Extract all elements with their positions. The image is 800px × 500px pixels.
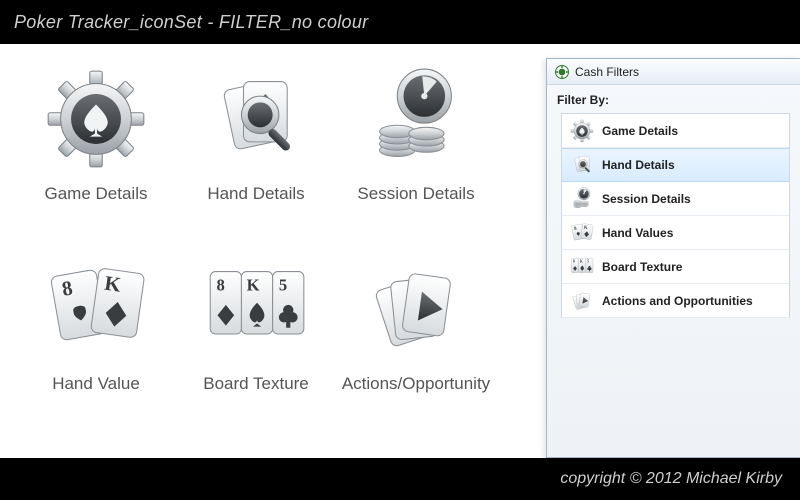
session-details-icon (361, 64, 471, 174)
cell-label: Hand Value (52, 374, 140, 394)
hand-details-icon (570, 153, 594, 177)
cell-label: Session Details (357, 184, 474, 204)
board-texture-icon (201, 254, 311, 364)
filter-list: Game Details Hand Details Session Detail… (561, 113, 790, 318)
filter-row-label: Hand Values (602, 226, 673, 240)
hand-value-icon (41, 254, 151, 364)
game-details-icon (570, 119, 594, 143)
cell-hand-details: Hand Details (176, 64, 336, 244)
hand-details-icon (201, 64, 311, 174)
actions-opportunity-icon (361, 254, 471, 364)
filter-row-hand-details[interactable]: Hand Details (562, 148, 789, 182)
footer-copyright: copyright © 2012 Michael Kirby (560, 470, 782, 488)
hand-value-icon (570, 221, 594, 245)
cell-actions-opportunity: Actions/Opportunity (336, 254, 496, 434)
panel-title-text: Cash Filters (575, 65, 639, 79)
stage: Game Details Hand Details Session Detail… (0, 44, 800, 458)
game-details-icon (41, 64, 151, 174)
cell-hand-value: Hand Value (16, 254, 176, 434)
filter-row-label: Actions and Opportunities (602, 294, 753, 308)
filter-row-label: Board Texture (602, 260, 682, 274)
filter-row-actions-opportunities[interactable]: Actions and Opportunities (562, 284, 789, 318)
icon-showcase-grid: Game Details Hand Details Session Detail… (16, 64, 516, 434)
cell-label: Hand Details (207, 184, 304, 204)
panel-titlebar[interactable]: Cash Filters (547, 59, 800, 85)
cell-game-details: Game Details (16, 64, 176, 244)
filter-row-game-details[interactable]: Game Details (562, 114, 789, 148)
filter-row-session-details[interactable]: Session Details (562, 182, 789, 216)
header-title: Poker Tracker_iconSet - FILTER_no colour (14, 12, 368, 33)
filter-row-label: Hand Details (602, 158, 675, 172)
poker-chip-icon (555, 65, 569, 79)
filter-by-heading: Filter By: (547, 85, 800, 111)
header-bar: Poker Tracker_iconSet - FILTER_no colour (0, 0, 800, 44)
footer-bar: copyright © 2012 Michael Kirby (0, 458, 800, 500)
filter-row-label: Game Details (602, 124, 678, 138)
cell-label: Board Texture (203, 374, 309, 394)
filter-row-label: Session Details (602, 192, 691, 206)
session-details-icon (570, 187, 594, 211)
filter-row-hand-values[interactable]: Hand Values (562, 216, 789, 250)
cell-session-details: Session Details (336, 64, 496, 244)
board-texture-icon (570, 255, 594, 279)
filter-row-board-texture[interactable]: Board Texture (562, 250, 789, 284)
actions-opportunity-icon (570, 289, 594, 313)
cash-filters-panel: Cash Filters Filter By: Game Details Han… (546, 58, 800, 458)
cell-label: Actions/Opportunity (342, 374, 490, 394)
cell-board-texture: Board Texture (176, 254, 336, 434)
cell-label: Game Details (45, 184, 148, 204)
